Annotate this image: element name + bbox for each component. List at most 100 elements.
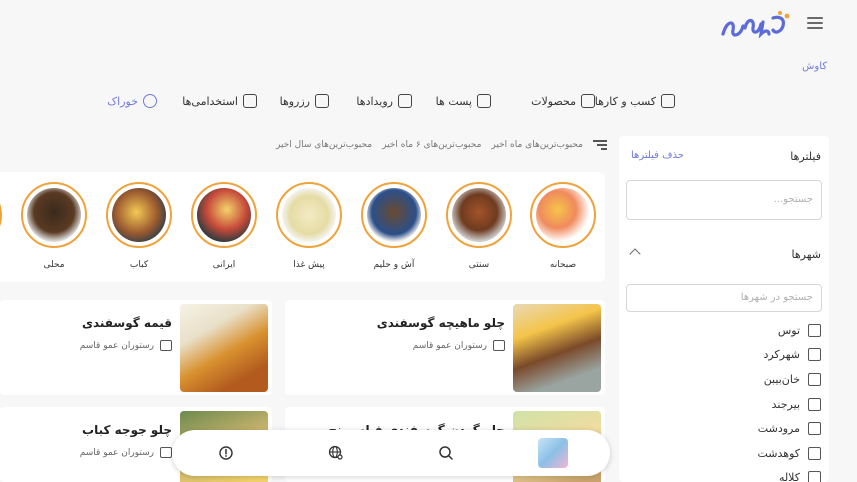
food-category-partial[interactable] [0, 182, 2, 248]
food-category-label: پیش غذا [293, 260, 325, 270]
bottom-nav [172, 430, 610, 476]
city-label: بیرجند [771, 397, 800, 411]
tab-businesses[interactable]: کسب و کارها [595, 88, 675, 114]
tab-events[interactable]: رویدادها [356, 88, 412, 114]
tab-products[interactable]: محصولات [531, 88, 595, 114]
dish-image [180, 304, 268, 392]
tab-label: استخدامی‌ها [182, 94, 238, 108]
top-bar [0, 0, 857, 52]
tab-label: خوراک [107, 94, 138, 108]
dish-card[interactable]: قیمه گوسفندی رستوران عمو قاسم [0, 300, 272, 395]
city-option[interactable]: بیرجند [772, 397, 821, 411]
sort-options: محبوب‌ترین‌های ماه اخیر محبوب‌ترین‌های ۶… [276, 137, 607, 153]
shop-icon [160, 340, 172, 351]
breakfast-image [536, 188, 590, 242]
dish-image [513, 304, 601, 392]
ash-image [367, 188, 421, 242]
chevron-up-icon[interactable] [629, 248, 641, 260]
city-search-input[interactable]: جستجو در شهرها [626, 284, 822, 312]
city-label: کوهدشت [757, 446, 800, 460]
menu-icon[interactable] [807, 17, 823, 29]
food-icon [143, 94, 157, 108]
dish-card[interactable]: چلو ماهیچه گوسفندی رستوران عمو قاسم [285, 300, 605, 395]
checkbox[interactable] [808, 347, 821, 361]
ticket-icon [398, 94, 412, 108]
search-icon[interactable] [436, 443, 456, 463]
globe-search-icon[interactable] [326, 443, 346, 463]
city-option[interactable]: توس [778, 323, 821, 337]
checkbox[interactable] [808, 323, 821, 337]
shop-icon [493, 340, 505, 351]
food-category[interactable]: کباب [106, 182, 172, 270]
city-label: توس [777, 323, 800, 337]
food-categories: صبحانه سنتی آش و حلیم پیش غذا ایرانی کبا… [0, 172, 605, 282]
restaurant-row: رستوران عمو قاسم [413, 340, 505, 351]
city-option[interactable]: مرودشت [758, 421, 821, 435]
city-option[interactable]: کلاله [779, 470, 821, 482]
tab-label: رویدادها [356, 94, 393, 108]
clear-filters-button[interactable]: حذف فیلترها [631, 150, 684, 161]
restaurant-row: رستوران عمو قاسم [80, 340, 172, 351]
sort-option[interactable]: محبوب‌ترین‌های ۶ ماه اخیر [382, 140, 481, 150]
checkbox[interactable] [808, 421, 821, 435]
post-icon [477, 94, 491, 108]
dish-title: چلو ماهیچه گوسفندی [376, 316, 505, 330]
dish-title: قیمه گوسفندی [81, 316, 172, 330]
checkbox[interactable] [808, 372, 821, 386]
city-option[interactable]: خان‌بیبن [764, 372, 821, 386]
food-category[interactable]: پیش غذا [276, 182, 342, 270]
filter-icon[interactable] [593, 140, 607, 150]
filters-panel: فیلترها حذف فیلترها جستجو... شهرها جستجو… [619, 136, 829, 482]
handshake-icon [243, 94, 257, 108]
checkbox[interactable] [808, 446, 821, 460]
breadcrumb[interactable]: کاوش [802, 61, 827, 72]
tab-food[interactable]: خوراک [107, 88, 157, 114]
food-category[interactable]: محلی [21, 182, 87, 270]
sort-option[interactable]: محبوب‌ترین‌های سال اخیر [276, 140, 372, 150]
food-category-label: صبحانه [549, 260, 577, 270]
app-thumbnail[interactable] [538, 438, 568, 468]
checkbox[interactable] [808, 470, 821, 482]
restaurant-name: رستوران عمو قاسم [79, 447, 154, 458]
city-label: کلاله [778, 470, 800, 482]
tab-posts[interactable]: پست ها [436, 88, 491, 114]
checkbox[interactable] [808, 397, 821, 411]
tab-label: رزروها [279, 94, 310, 108]
iranian-image [197, 188, 251, 242]
food-category[interactable]: سنتی [446, 182, 512, 270]
city-option[interactable]: کوهدشت [757, 446, 821, 460]
city-option[interactable]: شهرکرد [763, 347, 821, 361]
brand-logo[interactable] [717, 8, 793, 42]
food-category-label: سنتی [468, 260, 490, 270]
food-category-label: کباب [129, 260, 149, 270]
appetizer-image [282, 188, 336, 242]
filter-search-input[interactable]: جستجو... [626, 180, 822, 220]
restaurant-name: رستوران عمو قاسم [412, 340, 487, 351]
filters-title: فیلترها [790, 150, 821, 163]
info-icon[interactable] [216, 443, 236, 463]
food-category[interactable]: آش و حلیم [361, 182, 427, 270]
tab-label: کسب و کارها [594, 94, 656, 108]
calendar-check-icon [315, 94, 329, 108]
category-tabs: کسب و کارها محصولات پست ها رویدادها رزرو… [0, 88, 857, 116]
food-category-label: آش و حلیم [373, 260, 415, 270]
food-category[interactable]: ایرانی [191, 182, 257, 270]
tab-label: پست ها [435, 94, 472, 108]
local-image [27, 188, 81, 242]
food-category-label: محلی [43, 260, 65, 270]
city-label: شهرکرد [763, 347, 800, 361]
box-icon [581, 94, 595, 108]
city-label: مرودشت [757, 421, 800, 435]
kebab-image [112, 188, 166, 242]
city-label: خان‌بیبن [763, 372, 800, 386]
restaurant-name: رستوران عمو قاسم [79, 340, 154, 351]
dish-title: چلو جوجه کباب [82, 423, 172, 437]
tab-jobs[interactable]: استخدامی‌ها [182, 88, 257, 114]
sort-option[interactable]: محبوب‌ترین‌های ماه اخیر [491, 140, 583, 150]
tab-label: محصولات [531, 94, 576, 108]
shop-icon [160, 447, 172, 458]
tab-reservations[interactable]: رزروها [280, 88, 329, 114]
store-icon [661, 94, 675, 108]
cities-title: شهرها [791, 248, 821, 261]
food-category[interactable]: صبحانه [530, 182, 596, 270]
